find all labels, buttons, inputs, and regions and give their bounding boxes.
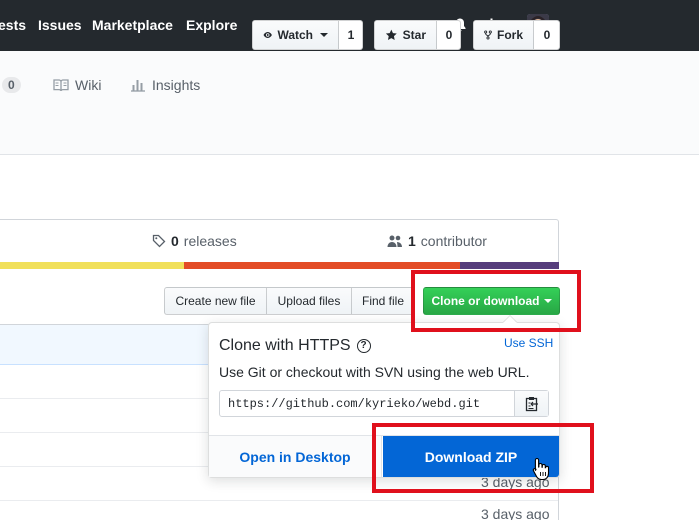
fork-label: Fork <box>496 28 523 42</box>
tab-wiki-label: Wiki <box>75 77 102 93</box>
language-bar-segment[interactable] <box>0 262 184 269</box>
fork-button[interactable]: Fork <box>474 21 534 49</box>
repo-header <box>0 51 699 155</box>
tab-insights-label: Insights <box>152 77 201 93</box>
releases-count: 0 <box>171 233 179 249</box>
chevron-down-icon <box>320 33 328 37</box>
clone-title-text: Clone with HTTPS <box>219 337 351 354</box>
clone-url-input[interactable] <box>220 391 515 416</box>
tab-insights[interactable]: Insights <box>130 77 200 93</box>
language-bar-segment[interactable] <box>460 262 559 269</box>
fork-button-group: Fork 0 <box>473 20 560 50</box>
watch-button[interactable]: Watch <box>253 21 339 49</box>
star-button[interactable]: Star <box>375 21 437 49</box>
tag-icon <box>152 234 166 248</box>
copy-to-clipboard-button[interactable] <box>514 391 548 416</box>
use-ssh-link[interactable]: Use SSH <box>504 336 553 350</box>
clone-dropdown-title: Clone with HTTPS ? <box>219 337 371 355</box>
question-icon[interactable]: ? <box>356 339 371 353</box>
watch-label: Watch <box>277 28 313 42</box>
tab-counter: 0 <box>2 77 21 93</box>
contributors-count: 1 <box>408 233 416 249</box>
clone-description: Use Git or checkout with SVN using the w… <box>219 364 530 380</box>
tab-partial[interactable]: 0 <box>2 77 21 93</box>
nav-link-pull-requests[interactable]: ests <box>0 16 26 34</box>
contributors-link[interactable]: 1 contributor <box>387 233 487 249</box>
star-icon <box>385 29 397 40</box>
star-button-group: Star 0 <box>374 20 461 50</box>
star-count[interactable]: 0 <box>437 21 460 49</box>
fork-icon <box>484 30 492 40</box>
highlight-box-clone <box>411 270 581 332</box>
highlight-box-download <box>372 423 594 493</box>
file-age: 3 days ago <box>481 506 550 520</box>
eye-icon <box>263 32 272 38</box>
releases-link[interactable]: 0 releases <box>152 233 237 249</box>
graph-icon <box>131 80 145 92</box>
releases-label: releases <box>183 233 237 249</box>
find-file-button[interactable]: Find file <box>351 287 415 315</box>
watch-count[interactable]: 1 <box>339 21 362 49</box>
nav-link-issues[interactable]: Issues <box>38 16 82 34</box>
watch-button-group: Watch 1 <box>252 20 363 50</box>
language-bar-segment[interactable] <box>184 262 460 269</box>
upload-files-button[interactable]: Upload files <box>266 287 352 315</box>
fork-count[interactable]: 0 <box>534 21 559 49</box>
contributors-label: contributor <box>420 233 487 249</box>
people-icon <box>387 235 402 247</box>
tab-wiki[interactable]: Wiki <box>53 77 101 93</box>
clone-url-group <box>219 390 549 417</box>
clipboard-icon <box>525 396 538 411</box>
nav-link-explore[interactable]: Explore <box>186 16 237 34</box>
language-bar[interactable] <box>0 262 559 269</box>
star-label: Star <box>402 28 426 42</box>
nav-link-marketplace[interactable]: Marketplace <box>92 16 173 34</box>
open-in-desktop-button[interactable]: Open in Desktop <box>209 436 382 477</box>
create-new-file-button[interactable]: Create new file <box>164 287 267 315</box>
book-icon <box>53 79 69 92</box>
